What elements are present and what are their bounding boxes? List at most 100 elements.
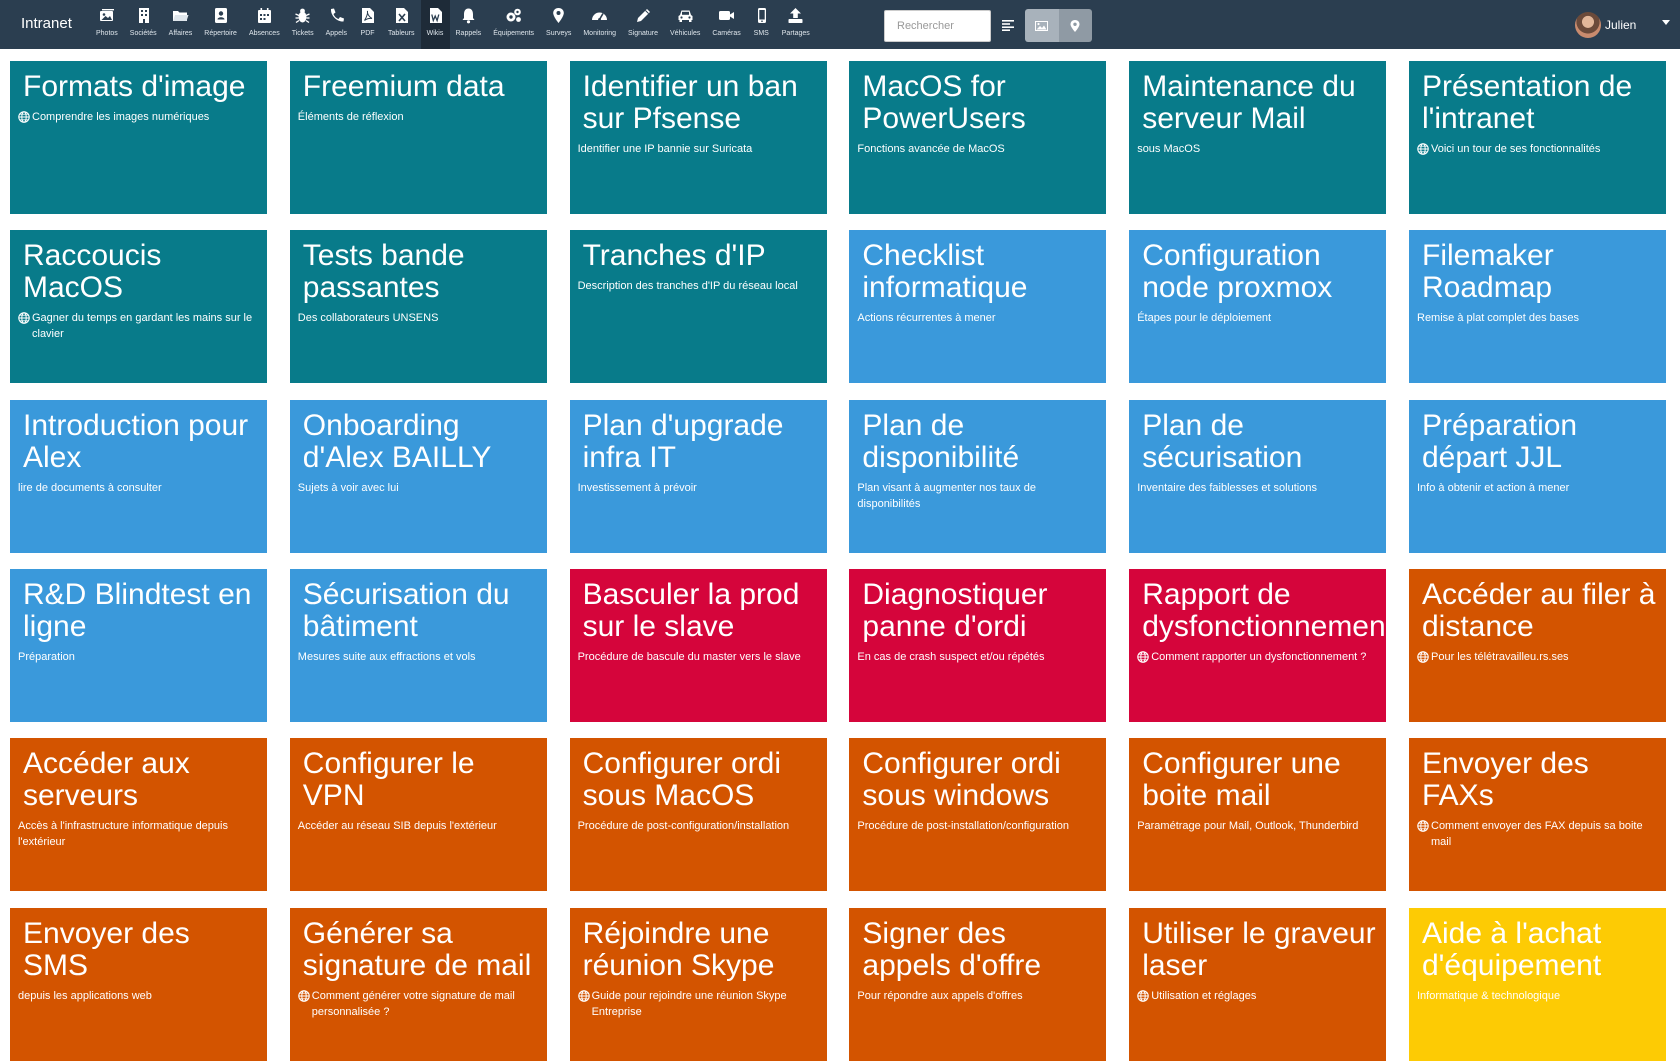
wiki-tile[interactable]: Envoyer des FAXs Comment envoyer des FAX … [1409, 738, 1666, 892]
spreadsheet-icon [395, 8, 408, 23]
wiki-tile-subtitle-row: Des collaborateurs UNSENS [298, 310, 539, 326]
user-menu[interactable]: Julien [1575, 12, 1636, 38]
wiki-tile-subtitle: Pour répondre aux appels d'offres [857, 989, 1023, 1002]
image-icon [1035, 20, 1049, 31]
nav-item-mobile[interactable]: SMS [747, 0, 776, 49]
wiki-tile[interactable]: Tests bande passantes Des collaborateurs … [289, 230, 547, 384]
globe-icon [577, 989, 590, 1002]
nav-item-video-camera[interactable]: Caméras [706, 0, 746, 49]
nav-item-bug[interactable]: Tickets [286, 0, 320, 49]
wiki-tile[interactable]: Raccoucis MacOS Gagner du temps en gardan… [10, 230, 267, 384]
globe-icon [1417, 820, 1429, 832]
wiki-tile-title: Formats d'image [23, 70, 246, 103]
wiki-tile[interactable]: Plan d'upgrade infra IT Investissement à … [569, 399, 827, 553]
wiki-tile[interactable]: Préparation départ JJL Info à obtenir et … [1409, 399, 1666, 553]
wiki-tile-subtitle-row: Fonctions avancée de MacOS [857, 141, 1098, 157]
wiki-tile-subtitle: Comment rapporter un dysfonctionnement ? [1151, 650, 1367, 663]
nav-item-upload[interactable]: Partages [776, 0, 816, 49]
building-icon [138, 8, 149, 23]
wiki-tile[interactable]: Onboarding d'Alex BAILLY Sujets à voir av… [289, 399, 547, 553]
nav-item-pencil[interactable]: Signature [622, 0, 664, 49]
wiki-tile-subtitle: Plan visant à augmenter nos taux de disp… [857, 481, 1036, 510]
wiki-tile-title: Introduction pour Alex [23, 408, 249, 474]
nav-item-folder[interactable]: Affaires [163, 0, 199, 49]
wiki-tile[interactable]: MacOS for PowerUsers Fonctions avancée de… [849, 61, 1107, 214]
nav-item-gears[interactable]: Équipements [487, 0, 540, 49]
wiki-tile-subtitle-row: Guide pour rejoindre une réunion Skype E… [577, 988, 819, 1020]
wiki-tile-subtitle-row: Voici un tour de ses fonctionnalités [1417, 141, 1658, 157]
wiki-tile-subtitle: Utilisation et réglages [1151, 989, 1257, 1002]
nav-item-building[interactable]: Sociétés [124, 0, 163, 49]
wiki-tile-subtitle: En cas de crash suspect et/ou répétés [857, 650, 1045, 663]
list-view-button[interactable] [997, 14, 1019, 36]
wiki-tile[interactable]: R&D Blindtest en ligne Préparation [10, 568, 267, 722]
wiki-tile-subtitle: Éléments de réflexion [297, 111, 404, 123]
nav-item-pdf[interactable]: PDF [353, 0, 382, 49]
wiki-tile[interactable]: Diagnostiquer panne d'ordi En cas de cras… [849, 568, 1107, 722]
wiki-tile[interactable]: Configurer le VPN Accéder au réseau SIB d… [289, 738, 547, 892]
wiki-tile[interactable]: Checklist informatique Actions récurrente… [849, 230, 1107, 384]
wiki-tile-title: Freemium data [302, 70, 505, 103]
nav-item-label: Surveys [546, 30, 572, 37]
nav-item-spreadsheet[interactable]: Tableurs [382, 0, 420, 49]
wiki-tile-title: Basculer la prod sur le slave [582, 577, 800, 643]
wiki-tile-title: Plan de sécurisation [1142, 408, 1303, 474]
wiki-tile[interactable]: Configurer ordi sous windows Procédure de… [849, 738, 1107, 892]
wiki-tile[interactable]: Plan de disponibilité Plan visant à augme… [849, 399, 1107, 553]
nav-item-dashboard[interactable]: Monitoring [577, 0, 622, 49]
wiki-tile[interactable]: Plan de sécurisation Inventaire des faibl… [1129, 399, 1387, 553]
nav-item-photos[interactable]: Photos [90, 0, 124, 49]
nav-item-calendar[interactable]: Absences [243, 0, 286, 49]
wiki-tile[interactable]: Maintenance du serveur Mail sous MacOS [1129, 61, 1387, 214]
wiki-tile-subtitle: Voici un tour de ses fonctionnalités [1431, 143, 1601, 155]
wiki-tile-subtitle-row: Comprendre les images numériques [18, 109, 259, 125]
nav-item-phone[interactable]: Appels [320, 0, 353, 49]
wiki-tile[interactable]: Sécurisation du bâtiment Mesures suite au… [289, 568, 547, 722]
wiki-tile-subtitle-row: Description des tranches d'IP du réseau … [578, 278, 819, 294]
wiki-tile[interactable]: Filemaker Roadmap Remise à plat complet d… [1409, 230, 1666, 384]
wiki-tile-title: Sécurisation du bâtiment [302, 577, 510, 643]
wiki-tile-subtitle-row: Préparation [18, 649, 259, 665]
contact-book-icon [215, 8, 228, 23]
wiki-tile-subtitle: Paramétrage pour Mail, Outlook, Thunderb… [1137, 820, 1359, 833]
wiki-tile[interactable]: Configuration node proxmox Étapes pour le… [1129, 230, 1387, 384]
nav-item-label: Répertoire [204, 30, 237, 37]
nav-item-label: Absences [248, 30, 280, 37]
wiki-tile[interactable]: Configurer une boite mail Paramétrage pou… [1129, 738, 1387, 892]
wiki-tile[interactable]: Freemium data Éléments de réflexion [289, 61, 547, 214]
wiki-tile[interactable]: Rapport de dysfonctionnement Comment rapp… [1129, 568, 1387, 722]
wiki-tile-title: Configurer ordi sous windows [862, 747, 1061, 813]
wiki-tile[interactable]: Présentation de l'intranet Voici un tour … [1409, 61, 1666, 214]
nav-item-label: Tableurs [388, 30, 415, 37]
wiki-tile-subtitle-row: Utilisation et réglages [1137, 988, 1378, 1004]
wiki-tile[interactable]: Accéder au filer à distance Pour les télé… [1409, 568, 1666, 722]
wiki-tile-subtitle-row: Identifier une IP bannie sur Suricata [578, 141, 819, 157]
nav-item-bell[interactable]: Rappels [450, 0, 488, 49]
search-input[interactable] [884, 10, 991, 42]
dashboard-icon [592, 12, 608, 21]
wiki-tile[interactable]: Configurer ordi sous MacOS Procédure de p… [569, 738, 827, 892]
wiki-tile-subtitle-row: Procédure de post-installation/configura… [857, 818, 1098, 834]
nav-item-map-marker[interactable]: Surveys [540, 0, 577, 49]
globe-icon [1137, 989, 1149, 1002]
wiki-tile[interactable]: Introduction pour Alex lire de documents … [10, 399, 267, 553]
main-nav: Photos Sociétés Affaires Répertoire Absences… [90, 0, 816, 49]
wiki-tile-subtitle-row: Plan visant à augmenter nos taux de disp… [857, 480, 1098, 512]
brand-logo[interactable]: Intranet [21, 15, 72, 32]
map-view-button[interactable] [1058, 9, 1092, 42]
photos-icon [100, 9, 115, 21]
wiki-tile-title: Plan de disponibilité [862, 408, 1020, 474]
nav-item-contact-book[interactable]: Répertoire [198, 0, 243, 49]
wiki-tile[interactable]: Tranches d'IP Description des tranches d'… [569, 230, 827, 384]
wiki-tile[interactable]: Formats d'image Comprendre les images num… [10, 61, 267, 214]
wiki-tile-subtitle-row: Éléments de réflexion [298, 109, 539, 125]
image-view-button[interactable] [1025, 9, 1059, 42]
nav-item-car[interactable]: Véhicules [664, 0, 706, 49]
wiki-tile-subtitle: lire de documents à consulter [18, 481, 162, 494]
nav-item-wiki[interactable]: Wikis [420, 0, 450, 49]
wiki-tile[interactable]: Identifier un ban sur Pfsense Identifier … [569, 61, 827, 214]
wiki-tile[interactable]: Accéder aux serveurs Accès à l'infrastruc… [10, 738, 267, 892]
wiki-tile[interactable]: Basculer la prod sur le slave Procédure d… [569, 568, 827, 722]
chevron-down-icon[interactable] [1662, 20, 1670, 25]
globe-icon [298, 989, 310, 1002]
